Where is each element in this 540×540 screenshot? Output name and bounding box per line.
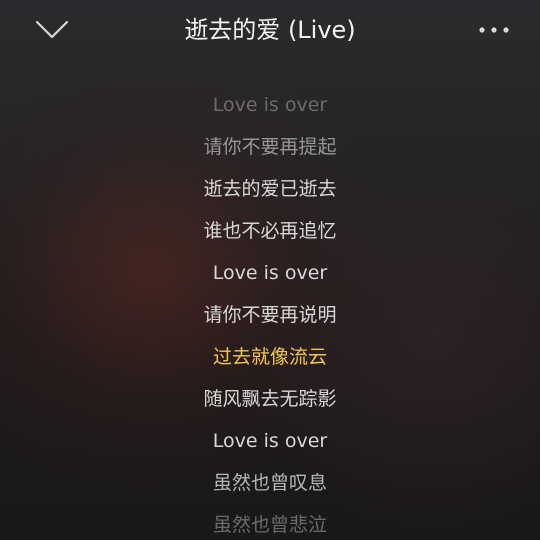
song-title: 逝去的爱 (Live) xyxy=(184,16,356,44)
lyrics-list[interactable]: Love is over 请你不要再提起 逝去的爱已逝去 谁也不必再追忆 Lov… xyxy=(0,84,540,540)
lyric-line[interactable]: Love is over xyxy=(0,252,540,294)
lyric-line[interactable]: 虽然也曾叹息 xyxy=(0,462,540,504)
lyric-line[interactable]: 逝去的爱已逝去 xyxy=(0,168,540,210)
lyric-line[interactable]: 虽然也曾悲泣 xyxy=(0,504,540,540)
lyric-line[interactable]: Love is over xyxy=(0,84,540,126)
collapse-button[interactable] xyxy=(28,10,76,50)
lyric-line[interactable]: 请你不要再说明 xyxy=(0,294,540,336)
more-horizontal-icon xyxy=(479,27,509,33)
chevron-down-icon xyxy=(35,20,69,39)
more-button[interactable] xyxy=(472,14,516,46)
lyric-line[interactable]: Love is over xyxy=(0,420,540,462)
lyrics-screen: 逝去的爱 (Live) Love is over 请你不要再提起 逝去的爱已逝去… xyxy=(0,0,540,540)
lyric-line[interactable]: 随风飘去无踪影 xyxy=(0,378,540,420)
current-lyric-line[interactable]: 过去就像流云 xyxy=(0,336,540,378)
top-bar: 逝去的爱 (Live) xyxy=(0,0,540,60)
lyric-line[interactable]: 请你不要再提起 xyxy=(0,126,540,168)
lyric-line[interactable]: 谁也不必再追忆 xyxy=(0,210,540,252)
